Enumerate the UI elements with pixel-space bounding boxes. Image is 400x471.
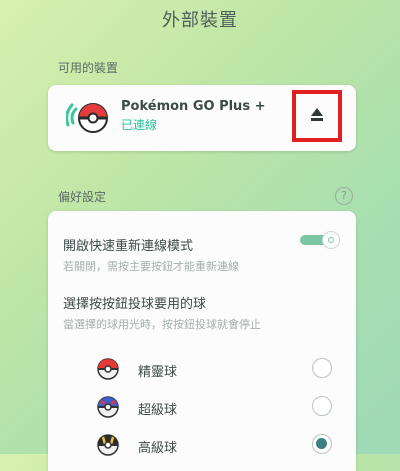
available-devices-label: 可用的裝置 xyxy=(58,61,119,75)
page-title: 外部裝置 xyxy=(162,10,238,31)
radio-ultra-ball[interactable] xyxy=(312,434,332,454)
ball-choice-title: 選擇按按鈕投球要用的球 xyxy=(63,297,207,312)
toggle-knob xyxy=(322,231,340,249)
fast-reconnect-title: 開啟快速重新連線模式 xyxy=(63,239,194,254)
ball-option-ultra-ball[interactable]: 高級球 xyxy=(48,431,356,461)
preferences-card: 開啟快速重新連線模式 若關閉，需按主要按鈕才能重新連線 選擇按按鈕投球要用的球 … xyxy=(48,211,356,471)
preferences-label: 偏好設定 xyxy=(58,190,107,204)
ball-label: 高級球 xyxy=(138,441,178,456)
device-name: Pokémon GO Plus + xyxy=(121,99,266,114)
great-ball-icon xyxy=(97,396,119,418)
eject-icon xyxy=(311,108,323,121)
device-status: 已連線 xyxy=(121,118,158,132)
fast-reconnect-toggle[interactable] xyxy=(300,231,342,249)
ball-choice-subtitle: 當選擇的球用光時，按按鈕投球就會停止 xyxy=(63,318,261,331)
radio-poke-ball[interactable] xyxy=(312,358,332,378)
radio-great-ball[interactable] xyxy=(312,396,332,416)
ultra-ball-icon xyxy=(97,434,119,456)
fast-reconnect-subtitle: 若關閉，需按主要按鈕才能重新連線 xyxy=(63,260,239,273)
poke-ball-icon xyxy=(97,358,119,380)
ball-label: 超級球 xyxy=(138,403,178,418)
ball-option-poke-ball[interactable]: 精靈球 xyxy=(48,355,356,385)
ball-option-great-ball[interactable]: 超級球 xyxy=(48,393,356,423)
help-icon[interactable]: ? xyxy=(335,187,353,205)
disconnect-button[interactable] xyxy=(292,90,342,142)
device-card[interactable]: Pokémon GO Plus + 已連線 xyxy=(48,85,356,151)
pokemon-go-plus-icon xyxy=(66,103,108,133)
ball-label: 精靈球 xyxy=(138,365,178,380)
